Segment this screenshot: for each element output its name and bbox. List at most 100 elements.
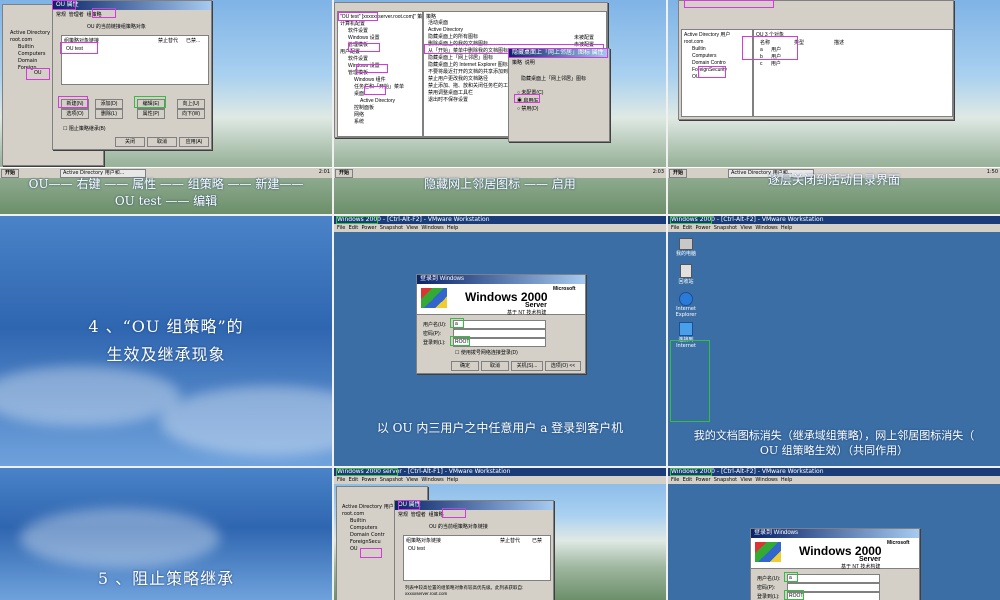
menu-help[interactable]: Help <box>781 477 792 483</box>
gpo-item-ou-test[interactable]: OU test <box>408 546 425 552</box>
windows-flag-icon <box>421 288 447 308</box>
options-button[interactable]: 选项(O) << <box>545 361 581 371</box>
user-field[interactable]: a <box>453 320 546 329</box>
menu-edit[interactable]: Edit <box>683 477 693 483</box>
tab-managed-by[interactable]: 管理者 <box>69 12 84 18</box>
highlight-missing-icons <box>670 340 710 422</box>
ok-button[interactable]: 确定 <box>451 361 479 371</box>
block-inheritance-checkbox[interactable]: ☐ 阻止策略继承(B) <box>63 125 106 132</box>
slide-section-4: 4 、“OU 组策略”的 生效及继承现象 <box>0 216 332 466</box>
menu-help[interactable]: Help <box>781 225 792 231</box>
dialup-checkbox[interactable]: ☐ 使用拨号网络连接登录(D) <box>455 349 518 356</box>
dialog-tabs: 常规 管理者 组策略 <box>395 511 553 519</box>
login-title: 登录到 Windows <box>751 529 919 538</box>
tab-general[interactable]: 常规 <box>56 12 66 18</box>
menu-file[interactable]: File <box>337 477 345 483</box>
menu-help[interactable]: Help <box>447 225 458 231</box>
menu-windows[interactable]: Windows <box>755 225 777 231</box>
menu-windows[interactable]: Windows <box>421 477 443 483</box>
tab-policy[interactable]: 策略 <box>512 60 522 66</box>
apply-button[interactable]: 应用(A) <box>179 137 209 147</box>
highlight-desktop <box>364 86 386 95</box>
vm-menu: File Edit Power Snapshot View Windows He… <box>334 476 666 484</box>
menu-view[interactable]: View <box>406 477 418 483</box>
menu-snapshot[interactable]: Snapshot <box>714 225 737 231</box>
tech-label: 基于 NT 技术构建 <box>841 564 881 570</box>
properties-button[interactable]: 属性(P) <box>137 109 165 119</box>
highlight-vm-title <box>670 216 712 224</box>
highlight-title <box>52 0 76 10</box>
menu-snapshot[interactable]: Snapshot <box>714 477 737 483</box>
close-button[interactable]: 关闭 <box>115 137 145 147</box>
menu-snapshot[interactable]: Snapshot <box>380 225 403 231</box>
highlight-title <box>398 500 420 510</box>
menu-power[interactable]: Power <box>695 225 710 231</box>
col-desc: 描述 <box>834 40 845 46</box>
list-item[interactable]: c 用户 <box>760 60 781 67</box>
server-label: Server <box>525 302 547 309</box>
slide-icons-disappear: Windows 2000 - [Ctrl-Alt-F2] - VMware Wo… <box>668 216 1000 466</box>
col-gpo-link: 组策略对象链接 <box>406 538 442 544</box>
options-button[interactable]: 选项(O) <box>61 109 89 119</box>
radio-disabled[interactable]: ○ 禁用(D) <box>517 105 538 112</box>
down-button[interactable]: 向下(W) <box>177 109 205 119</box>
menu-power[interactable]: Power <box>361 477 376 483</box>
slide-block-inheritance: Windows 2000 server - [Ctrl-Alt-F1] - VM… <box>334 468 666 600</box>
tree-item-ou[interactable]: OU <box>34 70 42 77</box>
menu-edit[interactable]: Edit <box>349 477 359 483</box>
slide-hide-network-icon: "OU test" [xxxxxxserver.root.com]" 策 计算机… <box>334 0 666 214</box>
recycle-bin-icon[interactable]: 回收站 <box>674 264 698 285</box>
col-disabled: 已禁... <box>186 38 201 44</box>
highlight-dialog-title <box>508 48 608 58</box>
link-description: OU 的当前组策略对象链接 <box>429 524 488 530</box>
menu-file[interactable]: File <box>671 225 679 231</box>
highlight-user <box>450 318 464 328</box>
tab-general[interactable]: 常规 <box>398 512 408 518</box>
menu-view[interactable]: View <box>740 225 752 231</box>
highlight-gp-tab <box>92 8 116 18</box>
highlight-gpo <box>60 42 98 54</box>
menu-edit[interactable]: Edit <box>349 225 359 231</box>
dialog-tabs: 常规 管理者 组策略 <box>53 11 211 19</box>
user-label: 用户名(U): <box>423 322 447 328</box>
menu-edit[interactable]: Edit <box>683 225 693 231</box>
section-title-line2: 生效及继承现象 <box>106 345 226 364</box>
vm-menu: File Edit Power Snapshot View Windows He… <box>668 224 1000 232</box>
menu-power[interactable]: Power <box>695 477 710 483</box>
slide-login-user-a: Windows 2000 - [Ctrl-Alt-F2] - VMware Wo… <box>334 216 666 466</box>
user-field[interactable]: a <box>787 574 880 583</box>
ad-tree: Active Directory 用户 root.com Builtin Comp… <box>342 504 394 552</box>
pass-label: 密码(P): <box>757 585 776 591</box>
add-button[interactable]: 添加(D) <box>95 99 123 109</box>
menu-snapshot[interactable]: Snapshot <box>380 477 403 483</box>
internet-explorer-icon[interactable]: Internet Explorer <box>674 292 698 318</box>
highlight-vm-title <box>336 216 378 224</box>
menu-file[interactable]: File <box>671 477 679 483</box>
menu-help[interactable]: Help <box>447 477 458 483</box>
highlight-users <box>742 36 798 60</box>
vm-title: Windows 2000 - [Ctrl-Alt-F2] - VMware Wo… <box>668 468 1000 476</box>
menu-file[interactable]: File <box>337 225 345 231</box>
delete-button[interactable]: 删除(L) <box>95 109 123 119</box>
col-no-override: 禁止替代 <box>158 38 179 44</box>
cancel-button[interactable]: 取消 <box>147 137 177 147</box>
link-description: OU 的当前链接组策略对象 <box>87 24 146 30</box>
menu-windows[interactable]: Windows <box>755 477 777 483</box>
highlight-vm-title <box>670 468 712 476</box>
cancel-button[interactable]: 取消 <box>481 361 509 371</box>
tab-explain[interactable]: 说明 <box>525 60 535 66</box>
login-banner: Windows 2000 Server Microsoft 基于 NT 技术构建 <box>751 538 919 570</box>
menu-view[interactable]: View <box>406 225 418 231</box>
menu-windows[interactable]: Windows <box>421 225 443 231</box>
shutdown-button[interactable]: 关机(S)... <box>511 361 543 371</box>
windows-flag-icon <box>755 542 781 562</box>
up-button[interactable]: 向上(U) <box>177 99 205 109</box>
tab-managed-by[interactable]: 管理者 <box>411 512 426 518</box>
policy-hide-network[interactable]: 隐藏桌面上「网上邻居」图标 <box>428 55 512 62</box>
user-label: 用户名(U): <box>757 576 781 582</box>
menu-power[interactable]: Power <box>361 225 376 231</box>
ou-properties-dialog: OU 属性 常规 管理者 组策略 OU 的当前组策略对象链接 组策略对象链接 禁… <box>394 500 554 600</box>
login-dialog: 登录到 Windows Windows 2000 Server Microsof… <box>750 528 920 600</box>
menu-view[interactable]: View <box>740 477 752 483</box>
my-computer-icon[interactable]: 我的电脑 <box>674 238 698 257</box>
